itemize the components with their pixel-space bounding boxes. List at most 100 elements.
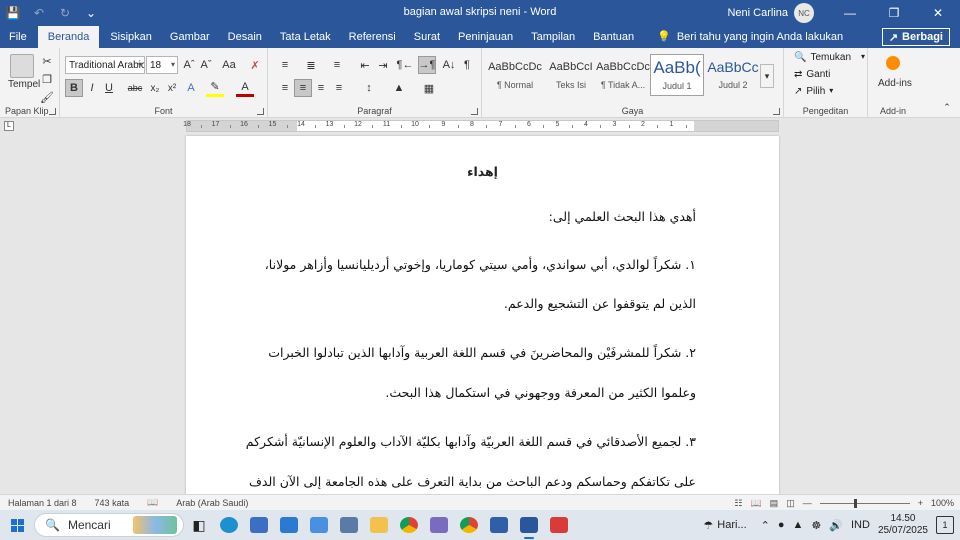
font-name-combo[interactable]: Traditional Arabic ▾ [65,56,145,74]
focus-mode-icon[interactable]: ☷ [734,498,742,509]
tab-file[interactable]: File [0,26,36,48]
proofing-icon[interactable]: 📖 [147,497,158,508]
print-layout-icon[interactable]: ▤ [770,498,779,509]
zoom-in-icon[interactable]: + [918,498,923,508]
document-page[interactable]: إهداء أهدي هذا البحث العلمي إلى: ١. شكرا… [186,136,779,494]
intro-line[interactable]: أهدي هذا البحث العلمي إلى: [266,209,696,224]
zoom-out-icon[interactable]: — [803,498,812,508]
increase-indent-icon[interactable]: ⇥ [374,56,392,74]
text-effects-icon[interactable]: A [182,79,200,97]
style-body-text[interactable]: AaBbCcI Teks Isi [544,54,598,96]
style-heading-1[interactable]: AaBb( Judul 1 [650,54,704,96]
app-icon[interactable] [424,510,454,540]
sort-icon[interactable]: A↓ [440,56,458,74]
word-count[interactable]: 743 kata [95,498,130,508]
clear-formatting-icon[interactable]: ✗ [246,56,264,74]
subscript-button[interactable]: x₂ [146,79,164,97]
undo-icon[interactable]: ↶ [26,0,52,26]
file-explorer-icon[interactable] [364,510,394,540]
select-button[interactable]: ↗ Pilih ▾ [794,86,833,97]
underline-button[interactable]: U [100,79,118,97]
change-case-icon[interactable]: Aa [220,56,238,74]
styles-more-icon[interactable]: ▾ [760,64,774,88]
font-size-combo[interactable]: 18 ▾ [146,56,178,74]
word-icon[interactable] [514,510,544,540]
input-language[interactable]: IND [851,519,870,531]
zoom-thumb[interactable] [853,498,857,508]
font-launcher-icon[interactable] [257,108,264,115]
italic-button[interactable]: I [83,79,101,97]
app-icon[interactable] [334,510,364,540]
tab-surat[interactable]: Surat [405,26,449,48]
decrease-indent-icon[interactable]: ⇤ [356,56,374,74]
copy-icon[interactable]: ❐ [38,70,56,88]
show-marks-icon[interactable]: ¶ [458,56,476,74]
read-mode-icon[interactable]: 📖 [750,498,761,509]
tab-referensi[interactable]: Referensi [340,26,405,48]
clipboard-launcher-icon[interactable] [49,108,56,115]
start-button[interactable] [0,510,34,540]
align-center-icon[interactable]: ≡ [294,79,312,97]
page-count[interactable]: Halaman 1 dari 8 [8,498,77,508]
bold-button[interactable]: B [65,79,83,97]
zoom-level[interactable]: 100% [931,498,954,508]
restore-button[interactable]: ❐ [872,0,916,26]
chevron-up-icon[interactable]: ⌃ [761,519,770,532]
paste-label[interactable]: Tempel [8,79,40,90]
store-icon[interactable] [304,510,334,540]
addins-icon[interactable] [886,56,900,70]
customize-qat-icon[interactable]: ⌄ [78,0,104,26]
app-tray-icon[interactable]: ● [778,519,785,531]
shrink-font-icon[interactable]: Aˇ [197,56,215,74]
highlight-icon[interactable]: ✎ [206,79,224,97]
horizontal-ruler[interactable]: 18 17 16 15 14 13 12 11 10 9 8 7 6 5 4 3 2 1 [183,120,779,132]
paragraph-line[interactable]: ٢. شكراً للمشرفَيْن والمحاضرينَ في قسم ا… [266,345,696,360]
tab-selector-icon[interactable]: L [4,121,14,131]
numbering-icon[interactable]: ≣ [302,56,320,74]
edge-icon[interactable] [214,510,244,540]
clock[interactable]: 14.50 25/07/2025 [878,513,928,537]
tab-sisipkan[interactable]: Sisipkan [101,26,161,48]
tab-peninjauan[interactable]: Peninjauan [449,26,522,48]
web-layout-icon[interactable]: ◫ [786,498,795,509]
app-icon[interactable] [244,510,274,540]
mail-icon[interactable] [274,510,304,540]
bullets-icon[interactable]: ≡ [276,56,294,74]
task-view-icon[interactable]: ◧ [184,510,214,540]
paragraph-line[interactable]: ٣. لجميع الأصدقائي في قسم اللغة العربيّة… [246,434,696,449]
style-no-spacing[interactable]: AaBbCcDc ¶ Tidak A... [596,54,650,96]
tab-beranda[interactable]: Beranda [37,26,100,48]
styles-launcher-icon[interactable] [773,108,780,115]
network-icon[interactable]: ☸ [811,519,821,532]
strikethrough-button[interactable]: abc [126,79,144,97]
style-heading-2[interactable]: AaBbCc Judul 2 [706,54,760,96]
justify-icon[interactable]: ≡ [330,79,348,97]
replace-button[interactable]: ⇄ Ganti [794,69,830,80]
tab-desain[interactable]: Desain [219,26,271,48]
align-left-icon[interactable]: ≡ [276,79,294,97]
align-right-icon[interactable]: ≡ [312,79,330,97]
close-button[interactable]: ✕ [916,0,960,26]
format-painter-icon[interactable]: 🖌 [38,88,56,106]
user-name[interactable]: Neni Carlina [727,7,788,19]
app-icon[interactable] [544,510,574,540]
notifications-icon[interactable]: 1 [936,516,954,534]
language-indicator[interactable]: Arab (Arab Saudi) [176,498,248,508]
zoom-slider[interactable] [819,498,910,508]
avatar[interactable]: NC [794,3,814,23]
rtl-direction-icon[interactable]: ¶← [396,56,414,74]
multilevel-list-icon[interactable]: ≡ [328,56,346,74]
tab-bantuan[interactable]: Bantuan [584,26,643,48]
collapse-ribbon-icon[interactable]: ⌃ [938,98,956,116]
find-button[interactable]: 🔍 Temukan ▾ [794,52,865,63]
superscript-button[interactable]: x² [163,79,181,97]
chrome-icon[interactable] [394,510,424,540]
minimize-button[interactable]: — [828,0,872,26]
shading-icon[interactable]: ▲ [390,79,408,97]
chrome-icon[interactable] [454,510,484,540]
tell-me-box[interactable]: 💡 Beri tahu yang ingin Anda lakukan [657,26,843,48]
page-heading[interactable]: إهداء [186,164,779,179]
volume-icon[interactable]: 🔊 [829,519,843,532]
paragraph-line[interactable]: الذين لم يتوقفوا عن التشجيع والدعم. [266,296,696,311]
grow-font-icon[interactable]: Aˆ [180,56,198,74]
